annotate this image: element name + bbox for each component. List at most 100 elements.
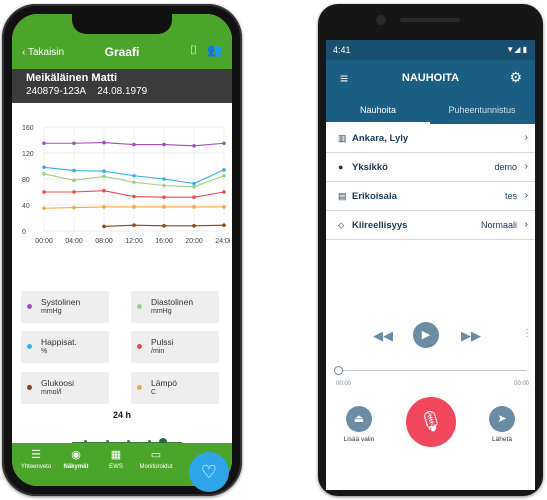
x-tick-label: 04:00 xyxy=(65,238,83,245)
people-icon[interactable]: 👥 xyxy=(207,43,222,58)
patient-id: 240879-123A xyxy=(26,86,87,97)
time-start: 00:00 xyxy=(336,381,352,387)
tab-label: Yhteenveto xyxy=(20,464,52,470)
data-point xyxy=(132,142,136,147)
seek-bar[interactable] xyxy=(334,370,527,371)
x-tick-label: 16:00 xyxy=(155,238,173,245)
x-tick-label: 12:00 xyxy=(125,238,143,245)
gear-icon[interactable]: ⚙ xyxy=(509,69,522,86)
right-phone: 4:41 ▼◢ ▮ ≡ NAUHOITA ⚙ Nauhoita Puheentu… xyxy=(318,4,543,496)
play-icon[interactable]: ▶ xyxy=(413,322,439,348)
legend-item-happisat[interactable]: Happisat.% xyxy=(21,331,109,363)
data-point xyxy=(42,206,46,211)
qr-scan-icon[interactable]: ⌷ xyxy=(190,43,197,58)
list-icon: ☰ xyxy=(31,449,41,461)
app-title: NAUHOITA xyxy=(401,72,460,84)
data-point xyxy=(42,165,46,170)
data-point xyxy=(162,142,166,147)
data-point xyxy=(72,178,76,183)
tab-nauhoita[interactable]: Nauhoita xyxy=(326,105,430,115)
data-point xyxy=(162,177,166,181)
legend-unit: C xyxy=(151,389,157,396)
tab-ews[interactable]: ▦ EWS xyxy=(96,448,136,470)
speaker-grille xyxy=(400,18,460,22)
send-label: Lähetä xyxy=(492,436,512,443)
y-tick-label: 160 xyxy=(22,125,34,132)
data-point xyxy=(42,141,46,146)
data-point xyxy=(222,223,226,227)
front-camera xyxy=(376,15,386,25)
y-tick-label: 0 xyxy=(22,229,26,236)
microphone-icon[interactable]: 🎙 xyxy=(406,397,456,447)
row-value: tes xyxy=(504,191,517,201)
data-point xyxy=(102,205,106,209)
tab-monitoroidut[interactable]: ▭ Monitoroidut xyxy=(136,448,176,470)
patient-birthdate: 24.08.1979 xyxy=(97,86,148,97)
row-label: Yksikkö xyxy=(352,162,388,173)
add-patient-heart-icon[interactable]: ♡ xyxy=(189,452,229,492)
row-yksikko[interactable]: ● Yksikkö demo › xyxy=(326,153,535,182)
chart-icon: ▦ xyxy=(110,449,122,461)
status-bar: 4:41 ▼◢ ▮ xyxy=(326,40,535,60)
tab-yhteenveto[interactable]: ☰ Yhteenveto xyxy=(16,448,56,470)
data-point xyxy=(102,140,106,145)
data-point xyxy=(162,224,166,228)
legend-name: Systolinen xyxy=(41,297,81,307)
legend-item-pulssi[interactable]: Pulssi/min xyxy=(131,331,219,363)
building-icon: ▥ xyxy=(338,133,347,143)
legend-unit: mmHg xyxy=(151,308,172,315)
data-point xyxy=(132,180,136,185)
legend-unit: % xyxy=(41,348,48,355)
add-selection-icon[interactable]: ⏏ xyxy=(346,406,372,432)
data-point xyxy=(192,181,196,186)
data-point xyxy=(72,168,76,173)
legend-item-lmp[interactable]: Lämpö C xyxy=(131,372,219,404)
seek-knob[interactable] xyxy=(334,366,343,375)
row-value: Normaali xyxy=(480,220,517,230)
legend-item-systolinen[interactable]: Systolinen mmHg xyxy=(21,291,109,323)
data-point xyxy=(192,185,196,189)
left-phone: ‹ Takaisin Graafi ⌷ 👥 Meikäläinen Matti … xyxy=(2,4,242,496)
send-icon[interactable]: ➤ xyxy=(489,406,515,432)
chevron-right-icon: › xyxy=(524,132,528,143)
legend-name: Pulssi xyxy=(151,337,174,347)
rewind-icon[interactable]: ◀◀ xyxy=(373,328,393,344)
data-point xyxy=(132,223,136,227)
chevron-right-icon: › xyxy=(524,190,528,201)
vitals-chart: 0 40 80 120 160 00:00 04:00 08:00 12:00 16:00 20:0… xyxy=(14,115,232,255)
patient-ids: 240879-123A 24.08.1979 xyxy=(26,86,147,97)
legend-unit: /min xyxy=(151,348,165,355)
left-phone-screen: ‹ Takaisin Graafi ⌷ 👥 Meikäläinen Matti … xyxy=(12,14,232,486)
time-end: 00:00 xyxy=(513,381,529,387)
row-patient[interactable]: ▥ Ankara, Lyly › xyxy=(326,124,535,153)
document-icon: ▤ xyxy=(338,191,347,201)
x-tick-label: 08:00 xyxy=(95,238,113,245)
tab-puheentunnistus[interactable]: Puheentunnistus xyxy=(430,105,534,115)
chevron-right-icon: › xyxy=(524,219,528,230)
data-point xyxy=(102,188,106,193)
legend-item-glukoosi[interactable]: Glukoosi mmol/l xyxy=(21,372,109,404)
more-vert-icon[interactable]: ⋮ xyxy=(522,328,532,339)
tab-nakymat[interactable]: ◉ Näkymät xyxy=(56,448,96,470)
tab-label: Monitoroidut xyxy=(139,464,173,470)
data-point xyxy=(162,205,166,209)
x-tick-label: 00:00 xyxy=(35,238,53,245)
pin-icon: ⬦ xyxy=(338,220,345,230)
phone-notch xyxy=(72,14,172,34)
data-point xyxy=(72,205,76,210)
legend-dot xyxy=(137,344,142,349)
row-erikoisala[interactable]: ▤ Erikoisala tes › xyxy=(326,182,535,211)
data-point xyxy=(72,190,76,194)
y-tick-label: 80 xyxy=(22,177,30,184)
legend-item-diastolinen[interactable]: Diastolinen mmHg xyxy=(131,291,219,323)
add-selection-label: Lisää valin xyxy=(343,436,375,443)
eye-icon: ◉ xyxy=(71,449,81,461)
fast-forward-icon[interactable]: ▶▶ xyxy=(461,328,481,344)
data-point xyxy=(192,144,196,148)
legend-name: Lämpö xyxy=(151,378,177,388)
row-kiireellisyys[interactable]: ⬦ Kiireellisyys Normaali › xyxy=(326,211,535,240)
x-tick-label: 20:00 xyxy=(185,238,203,245)
y-tick-label: 40 xyxy=(22,203,30,210)
y-tick-label: 120 xyxy=(22,151,34,158)
legend-name: Diastolinen xyxy=(151,297,194,307)
